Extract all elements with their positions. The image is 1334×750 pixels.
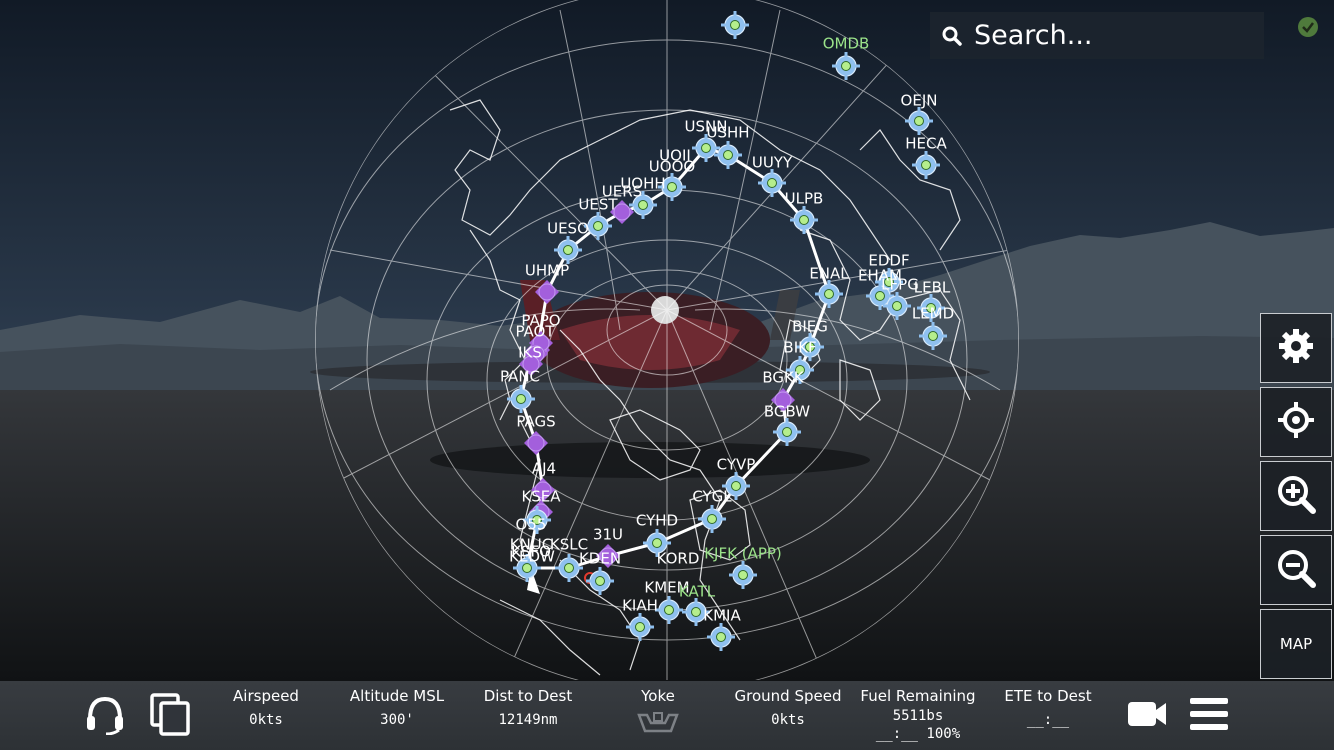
center-position-button[interactable] (1260, 387, 1332, 457)
waypoint-label[interactable]: BIKF (783, 339, 816, 357)
waypoint-label[interactable]: 31U (593, 526, 623, 544)
waypoint-label[interactable]: AJ4 (532, 460, 556, 478)
zoom-out-button[interactable] (1260, 535, 1332, 605)
fuel-value: 5511bs (892, 708, 944, 724)
dist-value: 12149nm (498, 712, 558, 728)
fuel-label: Fuel Remaining (860, 687, 976, 705)
waypoint-label[interactable]: CYHD (636, 512, 678, 530)
waypoint-label[interactable]: KJFK (APP) (704, 545, 782, 563)
waypoint-label[interactable]: UOOO (649, 158, 695, 176)
dist-label: Dist to Dest (483, 687, 573, 705)
waypoint-label[interactable]: CYGL (692, 488, 732, 506)
waypoint-label[interactable]: OEJN (901, 92, 938, 110)
airspeed-label: Airspeed (233, 687, 299, 705)
ete-label: ETE to Dest (1004, 687, 1092, 705)
zoom-in-icon (1276, 474, 1316, 518)
waypoint-marker[interactable] (815, 280, 843, 308)
waypoint-marker[interactable] (905, 107, 933, 135)
copy-icon (149, 692, 191, 740)
waypoint-label[interactable]: CYVP (717, 456, 756, 474)
waypoint-label[interactable]: BIEG (792, 318, 828, 336)
waypoint-label[interactable]: OMDB (823, 35, 870, 53)
waypoint-label[interactable]: UUYY (752, 154, 793, 172)
search-bar[interactable] (930, 12, 1264, 59)
zoom-in-button[interactable] (1260, 461, 1332, 531)
waypoint-marker[interactable] (721, 11, 749, 39)
fuel-stat: Fuel Remaining 5511bs __:__ 100% (848, 685, 988, 743)
waypoint-marker[interactable] (832, 52, 860, 80)
ete-value: __:__ (1026, 712, 1070, 728)
yoke-stat[interactable]: Yoke (588, 685, 728, 739)
check-icon (1298, 17, 1318, 37)
waypoint-marker[interactable] (535, 280, 559, 304)
waypoint-label[interactable]: O55 (516, 516, 547, 534)
waypoint-label[interactable]: KIAH (622, 597, 658, 615)
map-button[interactable]: MAP (1260, 609, 1332, 679)
airspeed-value: 0kts (249, 712, 283, 728)
map-button-label: MAP (1279, 635, 1313, 653)
waypoint-label[interactable]: BGBW (764, 403, 810, 421)
waypoint-marker[interactable] (554, 236, 582, 264)
waypoint-marker[interactable] (919, 322, 947, 350)
waypoint-label[interactable]: PAOT (515, 323, 555, 341)
fuel-time-value: __:__ 100% (875, 726, 961, 742)
waypoint-label[interactable]: LEBL (914, 279, 951, 297)
waypoint-label[interactable]: KEDW (509, 548, 555, 566)
headset-icon (84, 693, 126, 739)
crosshair-icon (1277, 401, 1315, 443)
waypoint-marker[interactable] (714, 141, 742, 169)
search-icon (930, 12, 974, 59)
waypoint-marker[interactable] (626, 613, 654, 641)
altitude-stat: Altitude MSL 300' (327, 685, 467, 730)
waypoint-label[interactable]: UHMP (525, 262, 569, 280)
waypoint-label[interactable]: ULPB (785, 190, 824, 208)
waypoint-label[interactable]: BGKK (762, 369, 804, 387)
waypoint-label[interactable]: ENAL (809, 265, 849, 283)
yoke-icon (588, 709, 728, 739)
airspeed-stat: Airspeed 0kts (196, 685, 336, 730)
waypoint-marker[interactable] (698, 505, 726, 533)
bottom-bar: Airspeed 0kts Altitude MSL 300' Dist to … (0, 681, 1334, 750)
waypoint-label[interactable]: KATL (679, 583, 716, 601)
ete-stat: ETE to Dest __:__ (978, 685, 1118, 730)
altitude-value: 300' (380, 712, 414, 728)
waypoint-label[interactable]: KMIA (703, 607, 741, 625)
settings-button[interactable] (1260, 313, 1332, 383)
ground-speed-stat: Ground Speed 0kts (718, 685, 858, 730)
menu-button[interactable] (1187, 689, 1231, 743)
waypoint-marker[interactable] (507, 385, 535, 413)
waypoint-label[interactable]: HECA (905, 135, 947, 153)
waypoint-label[interactable]: KSEA (521, 488, 561, 506)
waypoint-marker[interactable] (912, 151, 940, 179)
waypoint-label[interactable]: KDEN (579, 550, 621, 568)
yoke-label: Yoke (641, 687, 675, 705)
waypoint-label[interactable]: PAGS (516, 413, 555, 431)
menu-icon (1189, 697, 1229, 735)
gear-icon (1277, 327, 1315, 369)
waypoint-label[interactable]: PANC (500, 368, 540, 386)
waypoint-label[interactable]: IKS (518, 344, 542, 362)
search-input[interactable] (974, 20, 1254, 51)
globe-map[interactable]: OMDBOEJNHECAUSNNUSHHUOIIUOOO UUYYUOHHUERS… (0, 0, 1334, 680)
waypoint-label[interactable]: UEST (578, 196, 618, 214)
waypoint-marker[interactable] (729, 561, 757, 589)
ground-speed-value: 0kts (771, 712, 805, 728)
camera-button[interactable] (1125, 689, 1169, 743)
zoom-out-icon (1276, 548, 1316, 592)
camera-icon (1126, 698, 1168, 734)
copy-button[interactable] (147, 689, 193, 743)
altitude-label: Altitude MSL (349, 687, 445, 705)
waypoint-label[interactable]: LEMD (912, 305, 954, 323)
waypoint-label[interactable]: USHH (706, 124, 749, 142)
dist-stat: Dist to Dest 12149nm (458, 685, 598, 730)
waypoint-label[interactable]: KORD (657, 550, 700, 568)
ground-speed-label: Ground Speed (734, 687, 842, 705)
atc-button[interactable] (82, 689, 128, 743)
waypoint-label[interactable]: UESO (547, 220, 589, 238)
